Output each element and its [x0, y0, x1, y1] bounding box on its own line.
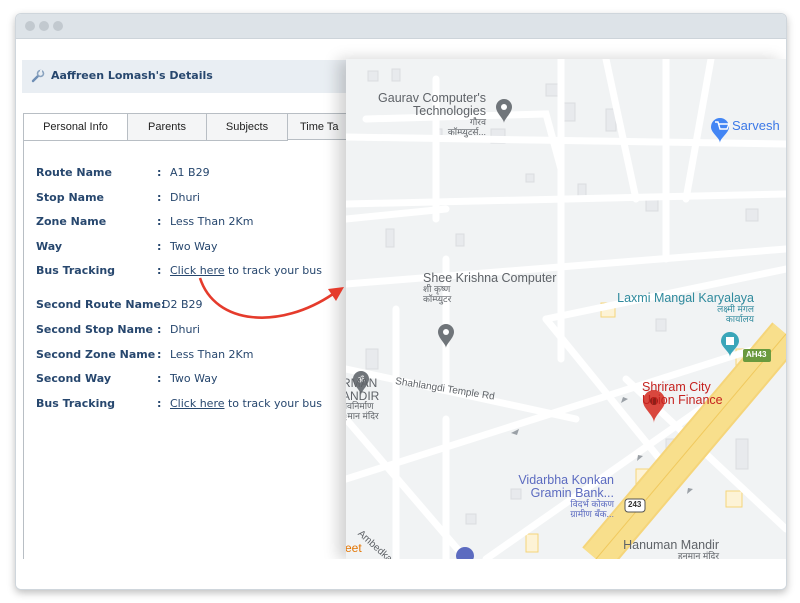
window-close-button[interactable]: [25, 21, 35, 31]
map-arrow-icon: [511, 429, 519, 435]
map-road: [682, 59, 715, 203]
wrench-icon: [31, 69, 45, 83]
map-building: [525, 173, 535, 183]
stop-name-value: Dhuri: [170, 191, 200, 204]
way-value: Two Way: [170, 240, 218, 253]
map-road: [346, 205, 450, 223]
hanuman-mandir-label[interactable]: Hanuman Mandir हनुमान मंदिर: [609, 538, 719, 559]
colon: :: [157, 397, 162, 410]
colon: :: [157, 372, 162, 385]
second-way-value: Two Way: [170, 372, 218, 385]
tab-personal-info[interactable]: Personal Info: [24, 114, 128, 141]
shriram-line2: Union Finance: [642, 393, 723, 408]
way-label: Way: [36, 240, 62, 253]
map-building-yellow: [525, 533, 539, 553]
stop-name-label: Stop Name: [36, 191, 104, 204]
zone-name-value: Less Than 2Km: [170, 215, 254, 228]
colon: :: [157, 240, 162, 253]
colon: :: [157, 191, 162, 204]
details-header: Aaffreen Lomash's Details: [22, 60, 352, 93]
rman-andir-label[interactable]: RMAN ANDIR नवनिर्माण ुमान मंदिर: [346, 377, 379, 421]
shee-hindi-line2: कॉम्प्युटर: [423, 293, 452, 304]
map-building: [455, 233, 465, 247]
bus-tracking-value: Click here to track your bus: [170, 264, 322, 277]
shriram-label[interactable]: Shriram City Union Finance: [642, 380, 723, 408]
shee-krishna-label[interactable]: Shee Krishna Computer शी कृष्ण कॉम्प्युट…: [423, 271, 556, 304]
sarvesh-label[interactable]: Sarvesh: [732, 119, 780, 133]
second-track-bus-suffix: to track your bus: [224, 397, 322, 410]
second-stop-name-value: Dhuri: [170, 323, 200, 336]
colon: :: [157, 323, 162, 336]
gaurav-label[interactable]: Gaurav Computer's Technologies गौरव कॉम्…: [366, 91, 486, 137]
map-arrow-icon: [621, 397, 628, 403]
hanuman-hindi-line1: हनुमान मंदिर: [677, 551, 719, 559]
colon: :: [157, 166, 162, 179]
route-name-value: A1 B29: [170, 166, 210, 179]
map-building: [645, 198, 659, 212]
tab-container: Personal Info Parents Subjects Time Ta R…: [23, 113, 357, 564]
title-bar: [16, 14, 786, 39]
bus-tracking-label: Bus Tracking: [36, 264, 116, 277]
nh243-shield-label: 243: [628, 500, 642, 509]
laxmi-mangal-label[interactable]: Laxmi Mangal Karyalaya लक्ष्मी मंगल कार्…: [604, 291, 754, 324]
tab-subjects[interactable]: Subjects: [207, 114, 288, 141]
window-minimize-button[interactable]: [39, 21, 49, 31]
shee-krishna-pin-icon: [438, 324, 454, 348]
window-maximize-button[interactable]: [53, 21, 63, 31]
gaurav-pin-icon: [496, 99, 512, 123]
second-bus-tracking-value: Click here to track your bus: [170, 397, 322, 410]
rman-hindi-line2: ुमान मंदिर: [346, 410, 379, 421]
colon: :: [157, 264, 162, 277]
map-building: [365, 348, 379, 370]
second-route-name-label: Second Route Name:: [36, 298, 166, 311]
laxmi-hindi-line2: कार्यालय: [725, 313, 754, 324]
map-building: [385, 228, 395, 248]
browser-window: Aaffreen Lomash's Details Personal Info …: [15, 13, 787, 590]
bus-tracking-map[interactable]: ॐ Gaurav Computer's Technologies गौरव कॉ…: [346, 59, 786, 559]
second-bus-tracking-label: Bus Tracking: [36, 397, 116, 410]
track-bus-suffix: to track your bus: [224, 264, 322, 277]
map-building: [745, 208, 759, 222]
eet-label[interactable]: eet: [346, 542, 362, 555]
sarvesh-shop-pin-icon: [711, 118, 731, 143]
map-building: [465, 513, 477, 525]
track-bus-link[interactable]: Click here: [170, 264, 225, 277]
map-road: [346, 245, 786, 288]
map-building-yellow: [725, 490, 743, 508]
tab-bar: Personal Info Parents Subjects Time Ta: [24, 114, 357, 141]
rman-line1: RMAN: [346, 376, 378, 390]
colon: :: [157, 215, 162, 228]
gaurav-hindi-line2: कॉम्प्युटर्स...: [447, 126, 486, 137]
gaurav-name-line2: Technologies: [413, 104, 486, 119]
ah43-shield-label: AH43: [746, 350, 767, 359]
map-building: [367, 70, 379, 82]
vidarbha-bank-label[interactable]: Vidarbha Konkan Gramin Bank... विदर्भ को…: [486, 473, 614, 519]
second-route-name-value: D2 B29: [162, 298, 203, 311]
map-arrow-icon: [687, 488, 693, 494]
map-arrow-icon: [637, 455, 643, 461]
second-zone-name-label: Second Zone Name: [36, 348, 156, 361]
map-building: [735, 438, 749, 470]
route-name-label: Route Name: [36, 166, 112, 179]
student-details-panel: Aaffreen Lomash's Details Personal Info …: [16, 39, 357, 564]
map-road: [346, 190, 786, 208]
vidarbha-hindi-line2: ग्रामीण बँक...: [570, 508, 614, 519]
second-zone-name-value: Less Than 2Km: [170, 348, 254, 361]
details-title: Aaffreen Lomash's Details: [51, 69, 213, 82]
map-building: [391, 68, 401, 82]
tab-parents[interactable]: Parents: [128, 114, 207, 141]
window-footer: [16, 559, 786, 589]
zone-name-label: Zone Name: [36, 215, 107, 228]
colon: :: [157, 348, 162, 361]
second-stop-name-label: Second Stop Name: [36, 323, 153, 336]
second-track-bus-link[interactable]: Click here: [170, 397, 225, 410]
second-way-label: Second Way: [36, 372, 111, 385]
